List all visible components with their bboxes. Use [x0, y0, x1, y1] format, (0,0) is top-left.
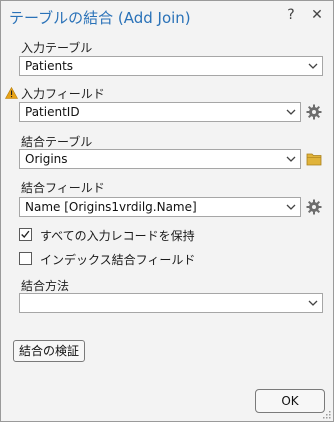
join-field-value: Name [Origins1vrdilg.Name]: [25, 200, 197, 214]
join-field-label: 結合フィールド: [21, 181, 105, 195]
input-field-label: 入力フィールド: [21, 87, 105, 101]
input-table-label: 入力テーブル: [21, 41, 93, 55]
gear-icon[interactable]: [306, 199, 322, 215]
chevron-down-icon: [286, 204, 296, 210]
input-field-select[interactable]: PatientID: [19, 102, 301, 122]
validate-join-button[interactable]: 結合の検証: [13, 340, 85, 362]
index-join-fields-checkbox[interactable]: [19, 252, 32, 265]
ok-button[interactable]: OK: [255, 389, 325, 413]
keep-all-records-label: すべての入力レコードを保持: [40, 229, 195, 243]
join-table-select[interactable]: Origins: [19, 149, 301, 169]
resize-grip-icon[interactable]: [321, 409, 331, 419]
folder-icon[interactable]: [306, 152, 322, 166]
checkmark-icon: [21, 230, 30, 239]
gear-icon[interactable]: [306, 104, 322, 120]
input-table-select[interactable]: Patients: [19, 56, 323, 76]
add-join-dialog: テーブルの結合 (Add Join) ? ✕ 入力テーブル Patients 入…: [0, 0, 334, 422]
join-operation-label: 結合方法: [21, 279, 70, 293]
join-table-label: 結合テーブル: [21, 135, 93, 149]
join-operation-select[interactable]: [19, 293, 323, 313]
index-join-fields-label: インデックス結合フィールド: [40, 253, 196, 267]
close-button[interactable]: ✕: [307, 5, 327, 25]
input-field-value: PatientID: [25, 105, 80, 119]
dialog-title: テーブルの結合 (Add Join): [9, 9, 191, 27]
chevron-down-icon: [308, 300, 318, 306]
chevron-down-icon: [286, 156, 296, 162]
warning-icon: [5, 87, 18, 99]
join-table-value: Origins: [25, 152, 68, 166]
index-join-fields-option[interactable]: インデックス結合フィールド: [19, 251, 219, 267]
join-field-select[interactable]: Name [Origins1vrdilg.Name]: [19, 197, 301, 217]
keep-all-records-checkbox[interactable]: [19, 228, 32, 241]
chevron-down-icon: [286, 109, 296, 115]
keep-all-records-option[interactable]: すべての入力レコードを保持: [19, 227, 219, 243]
help-button[interactable]: ?: [281, 5, 301, 25]
chevron-down-icon: [308, 63, 318, 69]
input-table-value: Patients: [25, 59, 74, 73]
title-bar: テーブルの結合 (Add Join) ? ✕: [1, 1, 333, 31]
